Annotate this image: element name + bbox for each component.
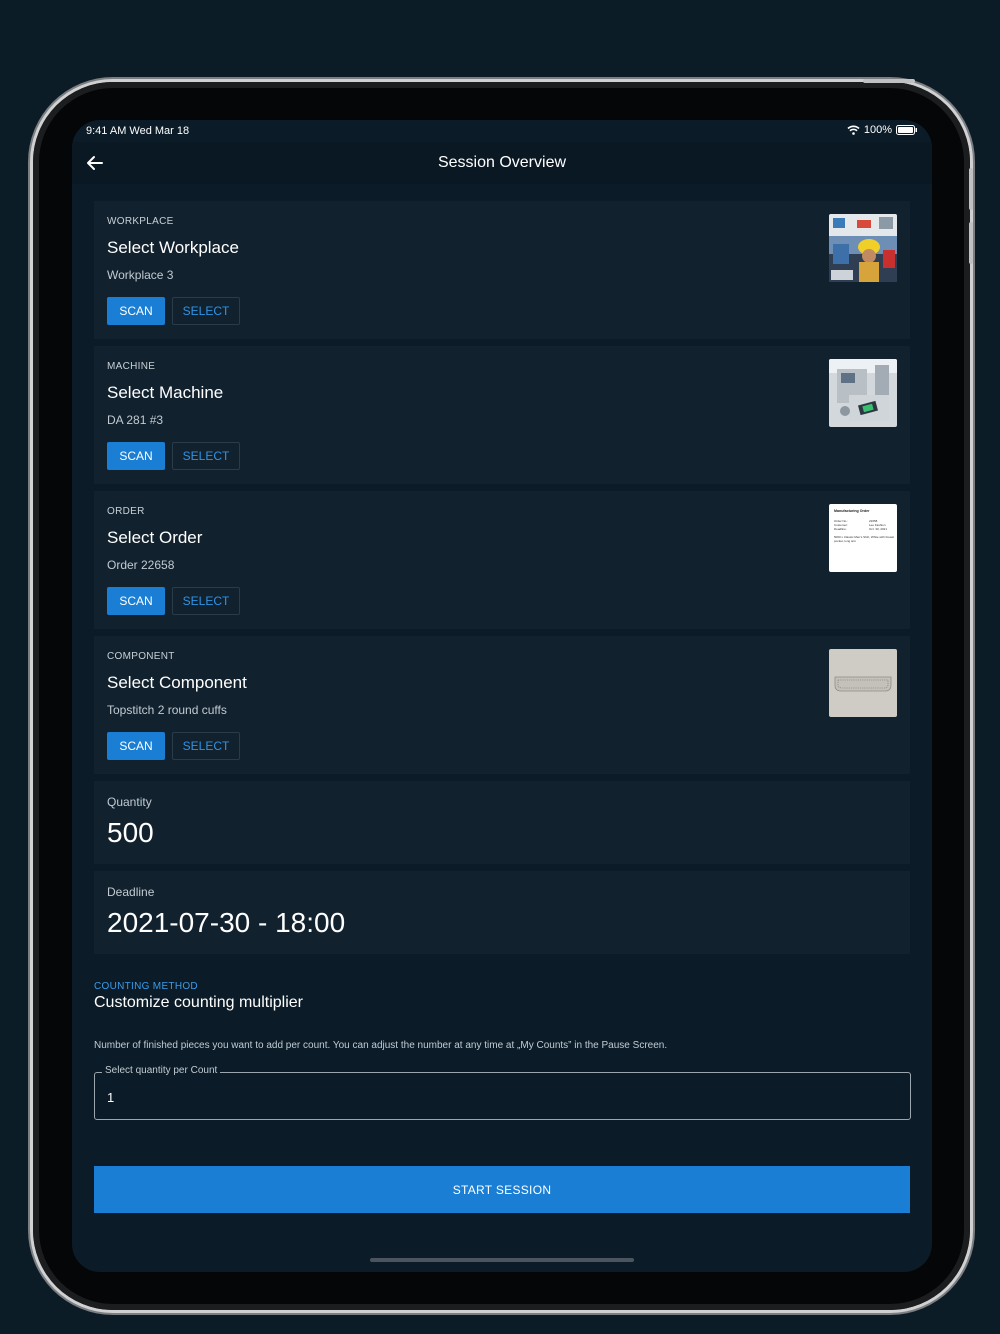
status-right: 100% xyxy=(847,124,918,136)
counting-method-section: COUNTING METHOD Customize counting multi… xyxy=(94,981,910,1051)
machine-card: MACHINE Select Machine DA 281 #3 SCAN SE… xyxy=(94,346,910,484)
quantity-per-count-field[interactable]: Select quantity per Count xyxy=(94,1065,911,1120)
section-kicker: COUNTING METHOD xyxy=(94,981,198,992)
component-thumbnail xyxy=(829,649,897,717)
workplace-thumbnail xyxy=(829,214,897,282)
component-card: COMPONENT Select Component Topstitch 2 r… xyxy=(94,636,910,774)
card-value: Order 22658 xyxy=(107,558,175,572)
workplace-card: WORKPLACE Select Workplace Workplace 3 S… xyxy=(94,201,910,339)
select-workplace-button[interactable]: SELECT xyxy=(172,297,240,325)
order-card: ORDER Select Order Order 22658 SCAN SELE… xyxy=(94,491,910,629)
section-heading: Customize counting multiplier xyxy=(94,994,303,1011)
selection-list: WORKPLACE Select Workplace Workplace 3 S… xyxy=(94,201,910,961)
select-component-button[interactable]: SELECT xyxy=(172,732,240,760)
order-doc-note: 5000 x Classic Men's Shirt, White with b… xyxy=(834,535,894,543)
quantity-card: Quantity 500 xyxy=(94,781,910,864)
order-doc-heading: Manufacturing Order xyxy=(834,509,870,513)
select-order-button[interactable]: SELECT xyxy=(172,587,240,615)
status-bar: 9:41 AM Wed Mar 18 100% xyxy=(72,120,932,142)
section-description: Number of finished pieces you want to ad… xyxy=(94,1040,668,1051)
scan-component-button[interactable]: SCAN xyxy=(107,732,165,760)
machine-thumbnail xyxy=(829,359,897,427)
page-title: Session Overview xyxy=(437,154,567,171)
scan-workplace-button[interactable]: SCAN xyxy=(107,297,165,325)
home-indicator xyxy=(370,1258,634,1262)
status-time: 9:41 AM Wed Mar 18 xyxy=(86,125,190,137)
scan-machine-button[interactable]: SCAN xyxy=(107,442,165,470)
scan-order-button[interactable]: SCAN xyxy=(107,587,165,615)
card-label: WORKPLACE xyxy=(107,216,174,227)
screen: 9:41 AM Wed Mar 18 100% Session Overview… xyxy=(72,120,932,1272)
volume-down-button xyxy=(969,222,973,264)
card-title: Select Machine xyxy=(107,383,224,402)
battery-percent: 100% xyxy=(863,124,892,136)
quantity-per-count-input[interactable] xyxy=(105,1087,889,1107)
order-doc-label: Deadline: xyxy=(834,527,847,531)
card-title: Select Component xyxy=(107,673,247,692)
card-value: Topstitch 2 round cuffs xyxy=(107,703,227,717)
deadline-value: 2021-07-30 - 18:00 xyxy=(107,907,346,938)
card-value: DA 281 #3 xyxy=(107,413,164,427)
card-label: MACHINE xyxy=(107,361,156,372)
volume-up-button xyxy=(969,168,973,210)
select-machine-button[interactable]: SELECT xyxy=(172,442,240,470)
wifi-icon xyxy=(847,125,860,135)
battery-icon xyxy=(896,125,917,135)
order-document-thumbnail: Manufacturing Order Order No.: 22658 Cus… xyxy=(829,504,897,572)
card-title: Select Workplace xyxy=(107,238,239,257)
order-doc-value: Oct. 30, 2021 xyxy=(869,527,887,531)
card-title: Select Order xyxy=(107,528,203,547)
top-button xyxy=(863,79,915,83)
card-label: COMPONENT xyxy=(107,651,175,662)
app-bar: Session Overview xyxy=(72,142,932,184)
deadline-label: Deadline xyxy=(107,885,155,899)
card-label: ORDER xyxy=(107,506,145,517)
deadline-card: Deadline 2021-07-30 - 18:00 xyxy=(94,871,910,954)
field-label: Select quantity per Count xyxy=(102,1065,221,1076)
quantity-label: Quantity xyxy=(107,795,152,809)
quantity-value: 500 xyxy=(107,817,154,848)
card-value: Workplace 3 xyxy=(107,268,174,282)
start-session-button[interactable]: START SESSION xyxy=(94,1166,910,1213)
